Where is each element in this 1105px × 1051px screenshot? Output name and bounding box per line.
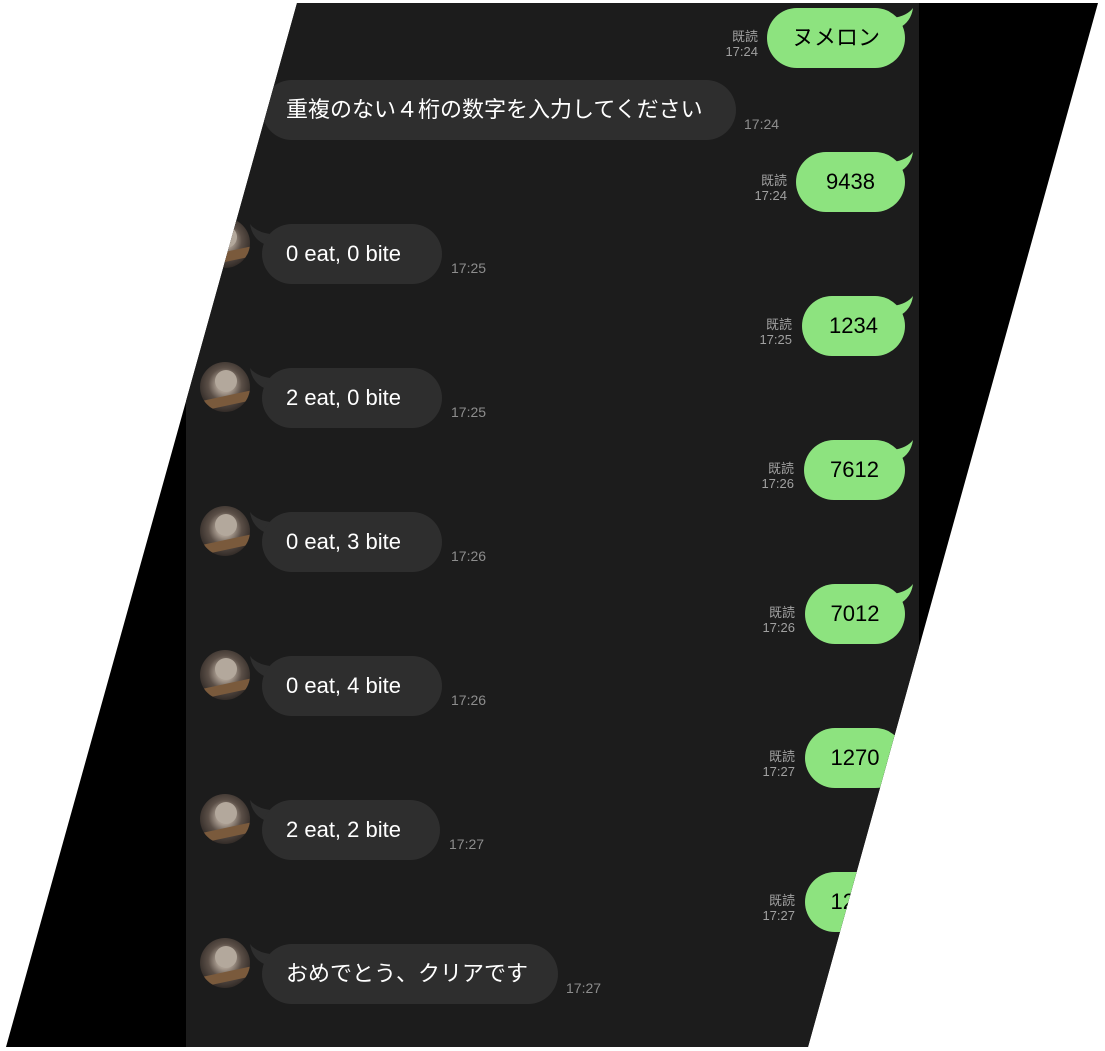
- received-message-bubble[interactable]: 0 eat, 3 bite: [262, 512, 442, 572]
- avatar[interactable]: [200, 506, 250, 556]
- sent-message-bubble[interactable]: 9438: [796, 152, 905, 212]
- bubble-tail-icon: [893, 440, 913, 460]
- read-receipt: 既読: [731, 29, 758, 44]
- received-message-bubble[interactable]: 0 eat, 0 bite: [262, 224, 442, 284]
- read-receipt: 既読: [768, 605, 795, 620]
- message-time: 17:25: [451, 260, 487, 276]
- message-time: 17:27: [449, 836, 485, 852]
- read-receipt: 既読: [768, 893, 795, 908]
- message-time: 17:26: [762, 620, 795, 635]
- bubble-tail-icon: [893, 296, 913, 316]
- avatar-face: [215, 370, 237, 392]
- message-time: 17:26: [451, 692, 487, 708]
- message-time: 17:26: [761, 476, 794, 491]
- avatar[interactable]: [200, 650, 250, 700]
- bubble-tail-icon: [893, 152, 913, 172]
- message-time: 17:25: [759, 332, 792, 347]
- bubble-tail-icon: [893, 584, 913, 604]
- avatar[interactable]: [200, 938, 250, 988]
- avatar[interactable]: [200, 794, 250, 844]
- sent-message-bubble[interactable]: 7612: [804, 440, 905, 500]
- message-time: 17:24: [744, 116, 780, 132]
- read-receipt: 既読: [760, 173, 787, 188]
- message-time: 17:27: [762, 764, 795, 779]
- received-message-bubble[interactable]: おめでとう、クリアです: [262, 944, 558, 1004]
- read-receipt: 既読: [765, 317, 792, 332]
- received-message-bubble[interactable]: 0 eat, 4 bite: [262, 656, 442, 716]
- message-time: 17:24: [754, 188, 787, 203]
- message-time: 17:24: [725, 44, 758, 59]
- avatar[interactable]: [200, 362, 250, 412]
- avatar-face: [215, 946, 237, 968]
- bubble-tail-icon: [893, 8, 913, 28]
- avatar-face: [215, 802, 237, 824]
- sent-message-bubble[interactable]: 1234: [802, 296, 905, 356]
- message-time: 17:26: [451, 548, 487, 564]
- message-time: 17:27: [762, 908, 795, 923]
- sent-message-bubble[interactable]: ヌメロン: [767, 8, 905, 68]
- message-time: 17:25: [451, 404, 487, 420]
- received-message-bubble[interactable]: 2 eat, 2 bite: [262, 800, 440, 860]
- received-message-bubble[interactable]: 2 eat, 0 bite: [262, 368, 442, 428]
- message-time: 17:27: [566, 980, 602, 996]
- avatar-face: [215, 658, 237, 680]
- sent-message-bubble[interactable]: 7012: [805, 584, 905, 644]
- received-message-bubble[interactable]: 重複のない４桁の数字を入力してください: [262, 80, 736, 140]
- read-receipt: 既読: [767, 461, 794, 476]
- avatar-face: [215, 514, 237, 536]
- read-receipt: 既読: [768, 749, 795, 764]
